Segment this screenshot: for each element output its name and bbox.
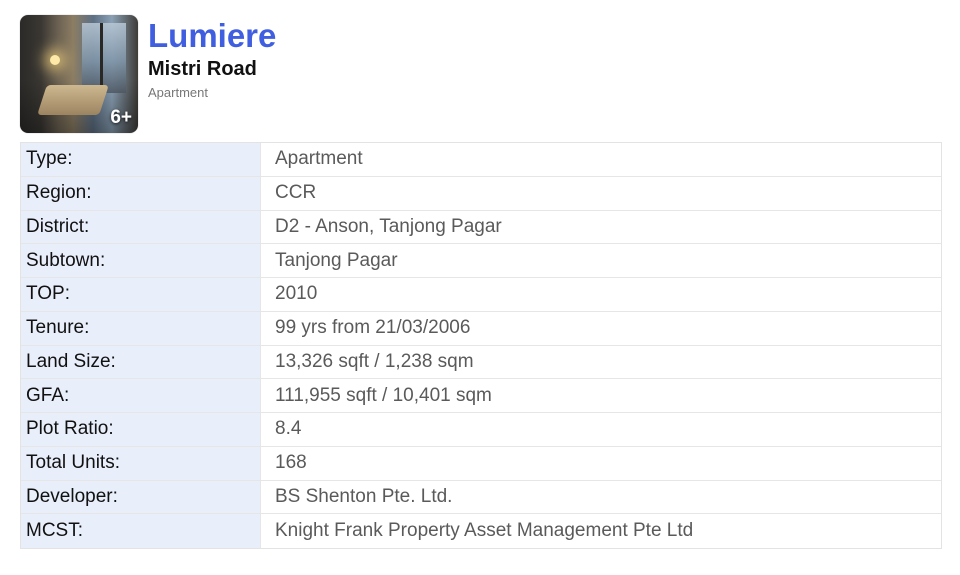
photo-window-detail [82,23,126,93]
detail-label: Tenure: [21,311,261,345]
listing-header: 6+ Lumiere Mistri Road Apartment [20,15,276,135]
table-row: District: D2 - Anson, Tanjong Pagar [21,210,941,245]
property-type-subtitle: Apartment [148,85,208,100]
photo-window-frame [100,23,103,93]
table-row: Tenure: 99 yrs from 21/03/2006 [21,311,941,346]
detail-label: Subtown: [21,244,261,277]
table-row: GFA: 111,955 sqft / 10,401 sqm [21,379,941,413]
property-photo-thumbnail[interactable]: 6+ [20,15,138,133]
detail-value: CCR [261,176,941,210]
detail-value: Tanjong Pagar [261,244,941,277]
detail-value: Knight Frank Property Asset Management P… [261,514,941,548]
detail-value: Apartment [261,143,941,176]
detail-value: D2 - Anson, Tanjong Pagar [261,210,941,244]
detail-value: 111,955 sqft / 10,401 sqm [261,379,941,412]
detail-label: Plot Ratio: [21,413,261,446]
detail-label: TOP: [21,278,261,311]
table-row: Type: Apartment [21,143,941,177]
table-row: Total Units: 168 [21,446,941,481]
detail-value: 168 [261,446,941,480]
detail-label: Region: [21,176,261,210]
photo-bed-detail [37,85,109,115]
detail-label: Developer: [21,480,261,514]
table-row: Developer: BS Shenton Pte. Ltd. [21,480,941,515]
detail-value: 99 yrs from 21/03/2006 [261,311,941,345]
detail-value: 13,326 sqft / 1,238 sqm [261,345,941,379]
table-row: TOP: 2010 [21,278,941,312]
detail-value: 8.4 [261,413,941,446]
table-row: MCST: Knight Frank Property Asset Manage… [21,514,941,548]
detail-label: District: [21,210,261,244]
detail-label: Land Size: [21,345,261,379]
table-row: Plot Ratio: 8.4 [21,413,941,447]
detail-label: Type: [21,143,261,176]
detail-value: BS Shenton Pte. Ltd. [261,480,941,514]
photo-count-badge: 6+ [110,107,132,128]
detail-label: Total Units: [21,446,261,480]
table-row: Land Size: 13,326 sqft / 1,238 sqm [21,345,941,380]
property-street: Mistri Road [148,58,257,80]
table-row: Subtown: Tanjong Pagar [21,244,941,278]
property-details-table: Type: Apartment Region: CCR District: D2… [20,142,942,549]
property-name: Lumiere [148,17,277,54]
photo-lamp-detail [50,55,60,65]
detail-label: MCST: [21,514,261,548]
listing-titles: Lumiere Mistri Road Apartment [148,15,276,135]
detail-value: 2010 [261,278,941,311]
detail-label: GFA: [21,379,261,412]
table-row: Region: CCR [21,176,941,211]
